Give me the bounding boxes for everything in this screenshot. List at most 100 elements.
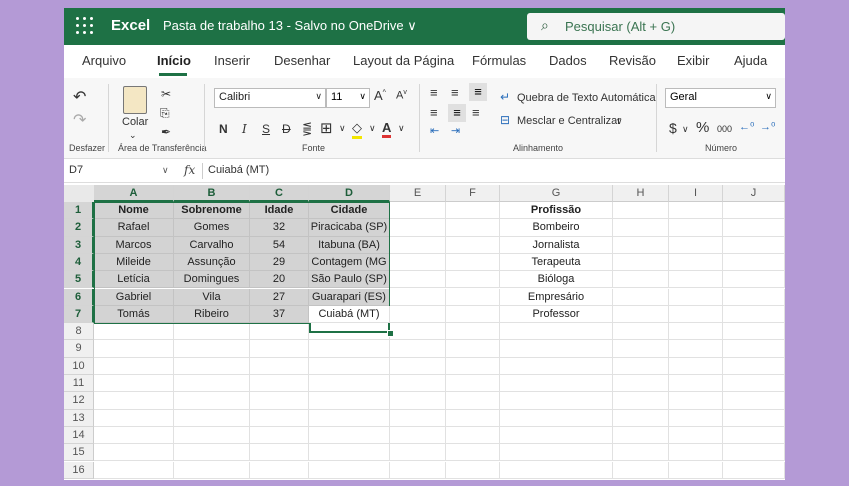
cell-a8[interactable]	[94, 323, 174, 341]
cell-e9[interactable]	[390, 340, 446, 358]
row-header-2[interactable]: 2	[64, 219, 94, 237]
column-header-d[interactable]: D	[309, 185, 390, 202]
cell-h16[interactable]	[613, 461, 669, 479]
cell-a2[interactable]: Rafael	[94, 219, 174, 237]
cell-j16[interactable]	[723, 461, 785, 479]
font-size-select[interactable]: 11 ∨	[326, 88, 370, 108]
search-box[interactable]: ⌕ Pesquisar (Alt + G)	[527, 13, 785, 40]
cell-g13[interactable]	[500, 409, 613, 427]
cell-c13[interactable]	[250, 409, 309, 427]
cell-b13[interactable]	[174, 409, 250, 427]
cell-f16[interactable]	[446, 461, 500, 479]
cell-i16[interactable]	[669, 461, 723, 479]
cell-h10[interactable]	[613, 357, 669, 375]
cut-icon[interactable]: ✂	[161, 87, 171, 101]
cell-c15[interactable]	[250, 444, 309, 462]
cell-c5[interactable]: 20	[250, 271, 309, 289]
cell-c12[interactable]	[250, 392, 309, 410]
cell-e11[interactable]	[390, 375, 446, 393]
cell-b11[interactable]	[174, 375, 250, 393]
cell-f12[interactable]	[446, 392, 500, 410]
tab-layout-da-pagina[interactable]: Layout da Página	[353, 53, 454, 68]
cell-b14[interactable]	[174, 426, 250, 445]
cell-g1[interactable]: Profissão	[500, 202, 613, 220]
row-header-1[interactable]: 1	[64, 202, 94, 220]
column-header-h[interactable]: H	[613, 185, 669, 202]
cell-h6[interactable]	[613, 288, 669, 306]
row-header-13[interactable]: 13	[64, 409, 94, 427]
row-header-16[interactable]: 16	[64, 461, 94, 479]
cell-g9[interactable]	[500, 340, 613, 358]
cell-g8[interactable]	[500, 323, 613, 341]
formula-input[interactable]: Cuiabá (MT)	[208, 164, 269, 176]
cell-j10[interactable]	[723, 357, 785, 375]
currency-icon[interactable]: $	[669, 120, 677, 136]
cell-i13[interactable]	[669, 409, 723, 427]
cell-h13[interactable]	[613, 409, 669, 427]
cell-e13[interactable]	[390, 409, 446, 427]
cell-a12[interactable]	[94, 392, 174, 410]
cell-a6[interactable]: Gabriel	[94, 288, 174, 306]
thousands-separator-button[interactable]: 000	[717, 124, 732, 134]
cell-j5[interactable]	[723, 271, 785, 289]
cell-b6[interactable]: Vila	[174, 288, 250, 306]
cell-i4[interactable]	[669, 253, 723, 272]
insert-function-icon[interactable]: fx	[184, 163, 195, 177]
paste-dropdown-icon[interactable]: ⌄	[129, 130, 137, 141]
cell-d9[interactable]	[309, 340, 390, 358]
cell-j3[interactable]	[723, 236, 785, 254]
tab-inserir[interactable]: Inserir	[214, 53, 250, 68]
cell-j14[interactable]	[723, 426, 785, 445]
cell-a13[interactable]	[94, 409, 174, 427]
document-title[interactable]: Pasta de trabalho 13 - Salvo no OneDrive…	[163, 18, 417, 34]
tab-ajuda[interactable]: Ajuda	[734, 53, 767, 68]
column-header-c[interactable]: C	[250, 185, 309, 202]
cell-e12[interactable]	[390, 392, 446, 410]
cell-d11[interactable]	[309, 375, 390, 393]
cell-f13[interactable]	[446, 409, 500, 427]
cell-h12[interactable]	[613, 392, 669, 410]
column-header-e[interactable]: E	[390, 185, 446, 202]
cell-b5[interactable]: Domingues	[174, 271, 250, 289]
chevron-down-icon[interactable]: ∨	[682, 124, 689, 135]
wrap-text-button[interactable]: Quebra de Texto Automática	[517, 92, 656, 104]
cell-i1[interactable]	[669, 202, 723, 220]
cell-i12[interactable]	[669, 392, 723, 410]
column-header-j[interactable]: J	[723, 185, 785, 202]
tab-inicio[interactable]: Início	[157, 53, 191, 68]
cell-f3[interactable]	[446, 236, 500, 254]
cell-b1[interactable]: Sobrenome	[174, 202, 250, 220]
cell-d6[interactable]: Guarapari (ES)	[309, 288, 390, 306]
cell-j12[interactable]	[723, 392, 785, 410]
cell-h1[interactable]	[613, 202, 669, 220]
tab-desenhar[interactable]: Desenhar	[274, 53, 330, 68]
cell-i9[interactable]	[669, 340, 723, 358]
redo-icon[interactable]: ↷	[73, 110, 86, 130]
cell-a10[interactable]	[94, 357, 174, 375]
cell-g14[interactable]	[500, 426, 613, 445]
cell-j11[interactable]	[723, 375, 785, 393]
cell-c8[interactable]	[250, 323, 309, 341]
cell-d13[interactable]	[309, 409, 390, 427]
cell-g12[interactable]	[500, 392, 613, 410]
cell-i3[interactable]	[669, 236, 723, 254]
cell-i6[interactable]	[669, 288, 723, 306]
cell-c3[interactable]: 54	[250, 236, 309, 254]
cell-f4[interactable]	[446, 253, 500, 272]
cell-e3[interactable]	[390, 236, 446, 254]
cell-g7[interactable]: Professor	[500, 305, 613, 324]
cell-f9[interactable]	[446, 340, 500, 358]
cell-g11[interactable]	[500, 375, 613, 393]
cell-d2[interactable]: Piracicaba (SP)	[309, 219, 390, 237]
cell-j9[interactable]	[723, 340, 785, 358]
column-header-i[interactable]: I	[669, 185, 723, 202]
cell-b2[interactable]: Gomes	[174, 219, 250, 237]
row-header-14[interactable]: 14	[64, 426, 94, 445]
cell-d7[interactable]: Cuiabá (MT)	[309, 305, 390, 324]
cell-a1[interactable]: Nome	[94, 202, 174, 220]
increase-indent-icon[interactable]: ⇥	[451, 124, 460, 137]
align-center-icon[interactable]: ≡	[448, 104, 466, 122]
cell-c9[interactable]	[250, 340, 309, 358]
cell-b10[interactable]	[174, 357, 250, 375]
cell-g4[interactable]: Terapeuta	[500, 253, 613, 272]
